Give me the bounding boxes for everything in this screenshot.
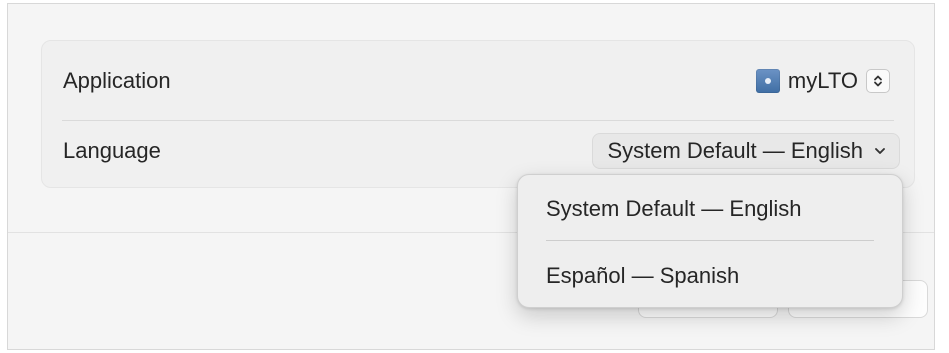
application-label: Application <box>63 68 171 93</box>
language-select[interactable]: System Default — English <box>592 133 900 169</box>
settings-card: Application myLTO Language System Defaul… <box>41 40 915 188</box>
application-picker[interactable]: myLTO <box>755 68 890 94</box>
chevron-down-icon <box>873 144 887 158</box>
language-option-spanish[interactable]: Español — Spanish <box>518 251 902 301</box>
language-dropdown-menu: System Default — English Español — Spani… <box>517 174 903 308</box>
language-option-english[interactable]: System Default — English <box>518 184 902 234</box>
up-down-stepper-icon[interactable] <box>866 69 890 93</box>
application-row: Application myLTO <box>42 46 914 121</box>
app-icon <box>755 69 780 93</box>
menu-separator <box>546 240 874 241</box>
application-selected-name: myLTO <box>787 68 858 93</box>
language-selected-value: System Default — English <box>607 138 863 163</box>
language-label: Language <box>63 138 161 163</box>
